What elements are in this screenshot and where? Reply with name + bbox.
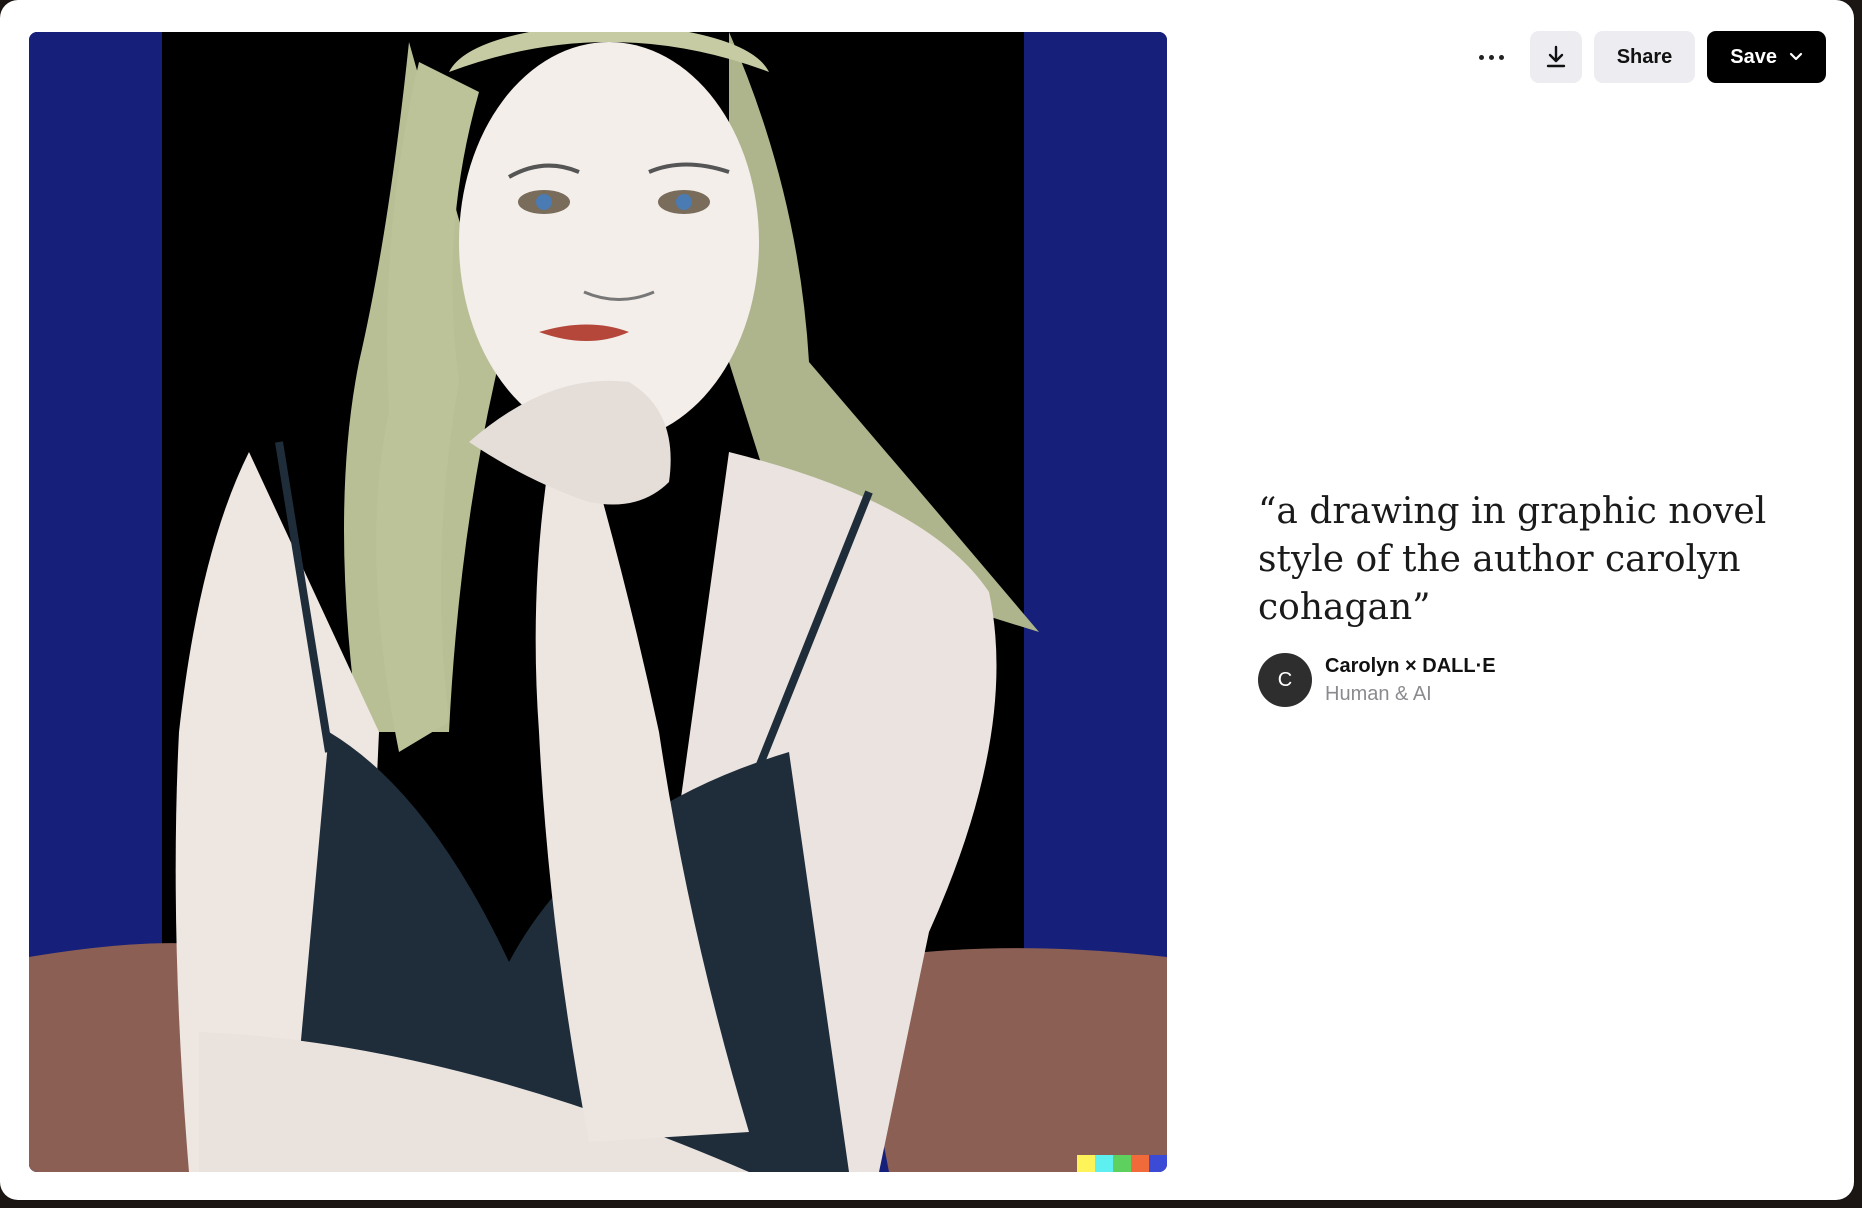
chevron-down-icon bbox=[1789, 52, 1803, 61]
more-options-button[interactable] bbox=[1466, 31, 1518, 83]
avatar[interactable]: C bbox=[1258, 653, 1312, 707]
author-subtitle: Human & AI bbox=[1325, 683, 1432, 705]
artwork-illustration bbox=[29, 32, 1167, 1172]
save-button[interactable]: Save bbox=[1707, 31, 1826, 83]
download-icon bbox=[1546, 45, 1565, 68]
more-horizontal-icon bbox=[1479, 54, 1505, 60]
image-toolbar: Share Save bbox=[1466, 31, 1826, 83]
author-name[interactable]: Carolyn × DALL·E bbox=[1325, 652, 1496, 680]
save-button-label: Save bbox=[1730, 45, 1777, 68]
author-text: Carolyn × DALL·E Human & AI bbox=[1325, 652, 1496, 708]
share-button[interactable]: Share bbox=[1593, 31, 1696, 83]
generated-artwork[interactable] bbox=[29, 32, 1167, 1172]
prompt-text: “a drawing in graphic novel style of the… bbox=[1258, 491, 1767, 628]
download-button[interactable] bbox=[1529, 31, 1582, 83]
author-info: C Carolyn × DALL·E Human & AI bbox=[1258, 652, 1496, 708]
image-detail-modal: Share Save “a drawing in graphic novel s… bbox=[0, 0, 1854, 1200]
